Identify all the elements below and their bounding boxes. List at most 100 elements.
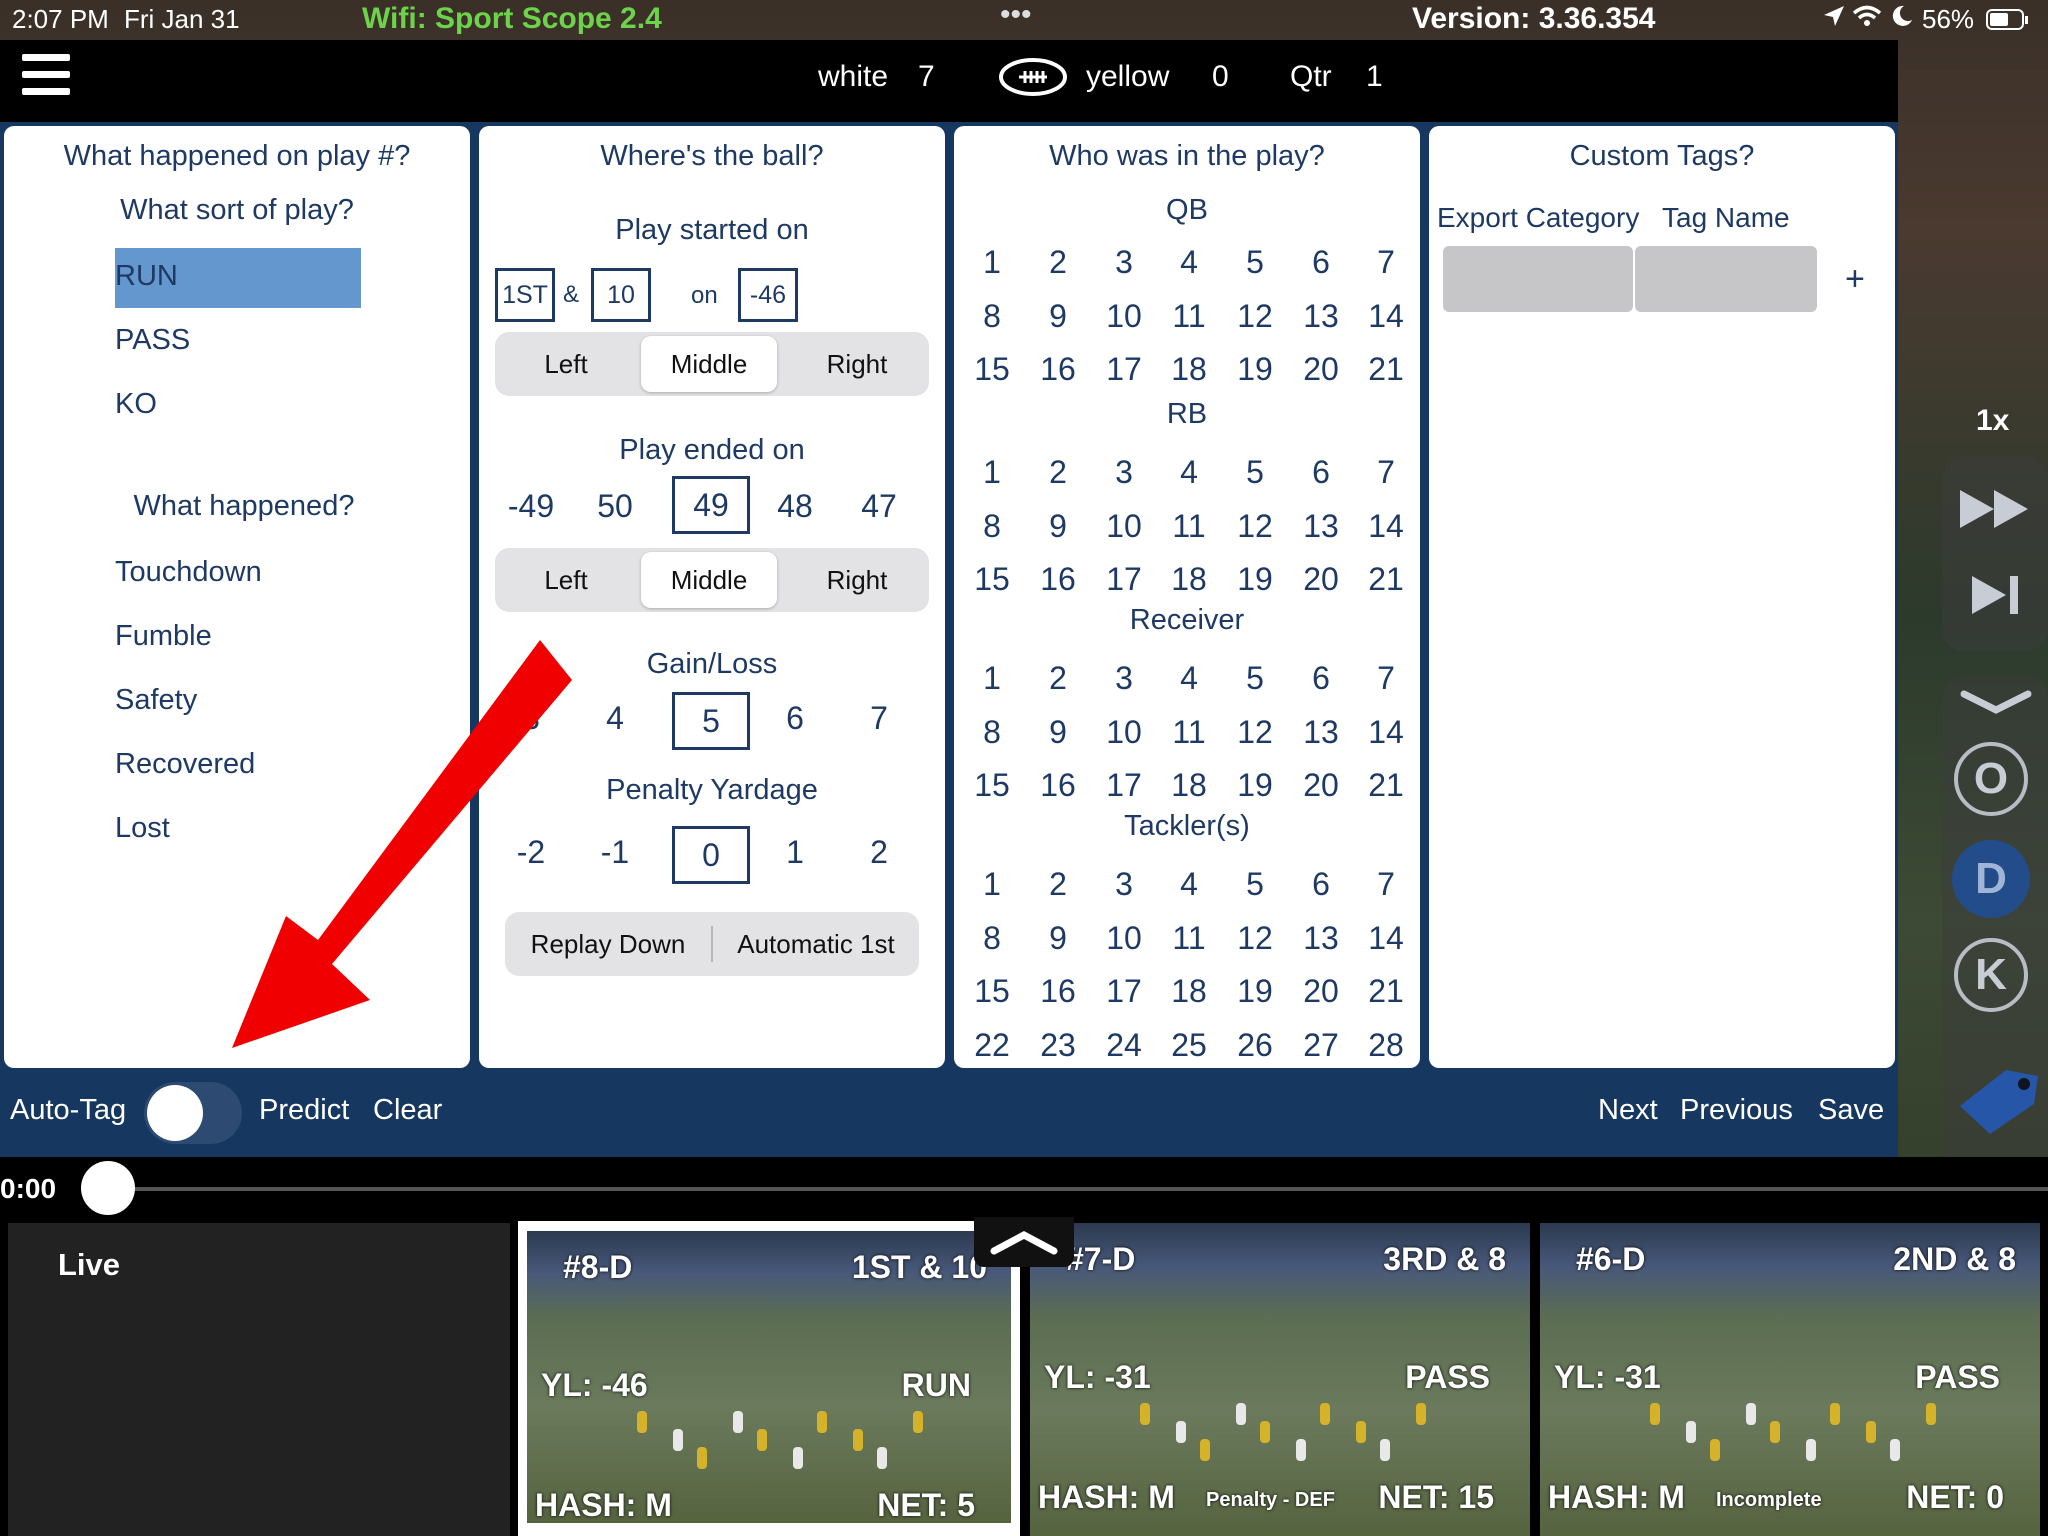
player-number[interactable]: 8 xyxy=(962,714,1022,751)
outcome-lost[interactable]: Lost xyxy=(115,812,170,845)
player-number[interactable]: 11 xyxy=(1159,920,1219,957)
player-number[interactable]: 20 xyxy=(1291,767,1351,804)
start-hash-left[interactable]: Left xyxy=(495,332,637,396)
down-box[interactable]: 1ST xyxy=(495,268,555,322)
end-yard-option[interactable]: 50 xyxy=(579,488,651,525)
penalty-option[interactable]: -1 xyxy=(579,834,651,871)
scrubber-handle[interactable] xyxy=(81,1161,135,1215)
gain-option[interactable]: 7 xyxy=(843,700,915,737)
player-number[interactable]: 19 xyxy=(1225,767,1285,804)
auto-tag-toggle[interactable] xyxy=(144,1082,242,1144)
player-number[interactable]: 10 xyxy=(1094,508,1154,545)
start-hash-segmented-control[interactable]: Left Middle Right xyxy=(495,332,929,396)
end-yard-option[interactable]: -49 xyxy=(495,488,567,525)
tag-icon[interactable] xyxy=(1950,1064,2042,1141)
player-number[interactable]: 1 xyxy=(962,660,1022,697)
hamburger-menu-icon[interactable] xyxy=(22,54,70,98)
start-hash-middle[interactable]: Middle xyxy=(641,336,777,392)
player-number[interactable]: 3 xyxy=(1094,244,1154,281)
player-number[interactable]: 8 xyxy=(962,298,1022,335)
player-number[interactable]: 28 xyxy=(1356,1027,1416,1064)
player-number[interactable]: 15 xyxy=(962,561,1022,598)
player-number[interactable]: 7 xyxy=(1356,866,1416,903)
player-number[interactable]: 27 xyxy=(1291,1027,1351,1064)
outcome-safety[interactable]: Safety xyxy=(115,684,197,717)
player-number[interactable]: 6 xyxy=(1291,244,1351,281)
scrubber-track[interactable] xyxy=(108,1187,2048,1191)
distance-box[interactable]: 10 xyxy=(591,268,651,322)
player-number[interactable]: 19 xyxy=(1225,561,1285,598)
player-number[interactable]: 14 xyxy=(1356,508,1416,545)
player-number[interactable]: 5 xyxy=(1225,866,1285,903)
player-number[interactable]: 6 xyxy=(1291,454,1351,491)
automatic-first-button[interactable]: Automatic 1st xyxy=(713,912,919,976)
player-number[interactable]: 14 xyxy=(1356,920,1416,957)
player-number[interactable]: 18 xyxy=(1159,561,1219,598)
player-number[interactable]: 19 xyxy=(1225,351,1285,388)
play-type-pass[interactable]: PASS xyxy=(115,324,190,357)
player-number[interactable]: 4 xyxy=(1159,866,1219,903)
player-number[interactable]: 20 xyxy=(1291,973,1351,1010)
add-tag-button[interactable]: + xyxy=(1845,260,1865,299)
player-number[interactable]: 3 xyxy=(1094,660,1154,697)
player-number[interactable]: 16 xyxy=(1028,973,1088,1010)
next-button[interactable]: Next xyxy=(1598,1094,1658,1127)
clear-button[interactable]: Clear xyxy=(373,1094,442,1127)
end-hash-segmented-control[interactable]: Left Middle Right xyxy=(495,548,929,612)
player-number[interactable]: 13 xyxy=(1291,920,1351,957)
start-hash-right[interactable]: Right xyxy=(785,332,929,396)
player-number[interactable]: 3 xyxy=(1094,454,1154,491)
player-number[interactable]: 17 xyxy=(1094,561,1154,598)
penalty-selected[interactable]: 0 xyxy=(672,826,750,884)
player-number[interactable]: 25 xyxy=(1159,1027,1219,1064)
player-number[interactable]: 21 xyxy=(1356,351,1416,388)
player-number[interactable]: 18 xyxy=(1159,351,1219,388)
player-number[interactable]: 4 xyxy=(1159,660,1219,697)
clip-thumbnail[interactable]: #7-D 3RD & 8 YL: -31 PASS HASH: M Penalty - D… xyxy=(1030,1223,1530,1536)
player-number[interactable]: 16 xyxy=(1028,767,1088,804)
player-number[interactable]: 9 xyxy=(1028,298,1088,335)
fast-forward-icon[interactable] xyxy=(1958,486,2034,537)
player-number[interactable]: 15 xyxy=(962,767,1022,804)
player-number[interactable]: 18 xyxy=(1159,973,1219,1010)
player-number[interactable]: 6 xyxy=(1291,660,1351,697)
outcome-fumble[interactable]: Fumble xyxy=(115,620,212,653)
player-number[interactable]: 13 xyxy=(1291,298,1351,335)
player-number[interactable]: 9 xyxy=(1028,508,1088,545)
penalty-option[interactable]: 1 xyxy=(759,834,831,871)
player-number[interactable]: 2 xyxy=(1028,660,1088,697)
player-number[interactable]: 19 xyxy=(1225,973,1285,1010)
player-number[interactable]: 12 xyxy=(1225,298,1285,335)
player-number[interactable]: 7 xyxy=(1356,244,1416,281)
player-number[interactable]: 2 xyxy=(1028,244,1088,281)
player-number[interactable]: 1 xyxy=(962,454,1022,491)
player-number[interactable]: 23 xyxy=(1028,1027,1088,1064)
tag-name-field[interactable] xyxy=(1635,246,1817,312)
player-number[interactable]: 11 xyxy=(1159,508,1219,545)
player-number[interactable]: 26 xyxy=(1225,1027,1285,1064)
gain-option[interactable]: 4 xyxy=(579,700,651,737)
player-number[interactable]: 16 xyxy=(1028,561,1088,598)
play-type-run[interactable]: RUN xyxy=(115,260,178,293)
player-number[interactable]: 9 xyxy=(1028,714,1088,751)
player-number[interactable]: 8 xyxy=(962,508,1022,545)
player-number[interactable]: 6 xyxy=(1291,866,1351,903)
clip-thumbnail[interactable]: #8-D 1ST & 10 YL: -46 RUN HASH: M NET: 5 xyxy=(527,1231,1011,1523)
player-number[interactable]: 16 xyxy=(1028,351,1088,388)
player-number[interactable]: 5 xyxy=(1225,244,1285,281)
play-type-ko[interactable]: KO xyxy=(115,388,157,421)
gain-selected[interactable]: 5 xyxy=(672,692,750,750)
end-hash-middle[interactable]: Middle xyxy=(641,552,777,608)
end-hash-left[interactable]: Left xyxy=(495,548,637,612)
player-number[interactable]: 12 xyxy=(1225,920,1285,957)
player-number[interactable]: 21 xyxy=(1356,973,1416,1010)
end-yard-selected[interactable]: 49 xyxy=(672,476,750,534)
player-number[interactable]: 14 xyxy=(1356,298,1416,335)
clip-thumbnail[interactable]: #6-D 2ND & 8 YL: -31 PASS HASH: M Incomplete N… xyxy=(1540,1223,2040,1536)
player-number[interactable]: 13 xyxy=(1291,508,1351,545)
player-number[interactable]: 7 xyxy=(1356,454,1416,491)
player-number[interactable]: 24 xyxy=(1094,1027,1154,1064)
player-number[interactable]: 1 xyxy=(962,244,1022,281)
gain-option[interactable]: 6 xyxy=(759,700,831,737)
expand-drawer-button[interactable] xyxy=(974,1217,1074,1267)
